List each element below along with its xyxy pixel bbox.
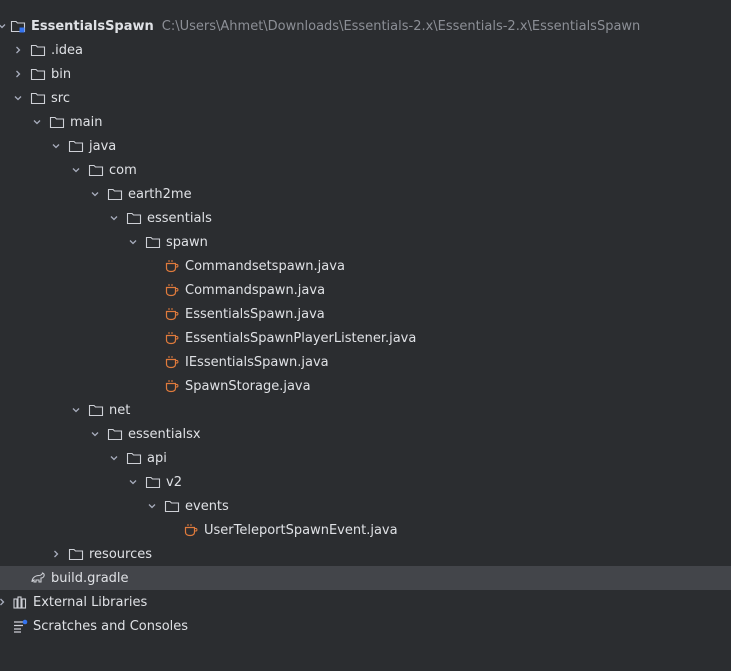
tree-item-label: UserTeleportSpawnEvent.java <box>204 522 398 538</box>
tree-row-java-file[interactable]: Commandsetspawn.java <box>0 254 731 278</box>
java-file-icon <box>164 282 180 298</box>
libraries-icon <box>12 594 28 610</box>
gradle-icon <box>30 570 46 586</box>
tree-item-label: build.gradle <box>51 570 129 586</box>
folder-icon <box>107 426 123 442</box>
tree-row-folder[interactable]: earth2me <box>0 182 731 206</box>
tree-row-java-file[interactable]: EssentialsSpawn.java <box>0 302 731 326</box>
folder-icon <box>68 138 84 154</box>
java-file-icon <box>164 330 180 346</box>
folder-icon <box>30 90 46 106</box>
tree-item-label: Commandspawn.java <box>185 282 326 298</box>
tree-row-folder[interactable]: api <box>0 446 731 470</box>
tree-row-java-file[interactable]: EssentialsSpawnPlayerListener.java <box>0 326 731 350</box>
tree-item-label: v2 <box>166 474 182 490</box>
tree-item-label: Commandsetspawn.java <box>185 258 345 274</box>
tree-item-label: External Libraries <box>33 594 148 610</box>
tree-row-project-root[interactable]: EssentialsSpawn C:\Users\Ahmet\Downloads… <box>0 14 731 38</box>
tree-row-folder[interactable]: .idea <box>0 38 731 62</box>
java-file-icon <box>164 354 180 370</box>
tree-item-label: Scratches and Consoles <box>33 618 189 634</box>
chevron-down-icon[interactable] <box>127 236 139 248</box>
tree-row-folder[interactable]: java <box>0 134 731 158</box>
folder-icon <box>49 114 65 130</box>
tree-row-folder[interactable]: com <box>0 158 731 182</box>
folder-icon <box>30 42 46 58</box>
tree-row-external-libraries[interactable]: External Libraries <box>0 590 731 614</box>
java-file-icon <box>164 306 180 322</box>
folder-icon <box>145 234 161 250</box>
chevron-down-icon[interactable] <box>0 20 8 32</box>
chevron-right-icon[interactable] <box>12 44 24 56</box>
tree-item-label: IEssentialsSpawn.java <box>185 354 329 370</box>
tree-item-label: resources <box>89 546 153 562</box>
chevron-down-icon[interactable] <box>89 428 101 440</box>
tree-row-java-file[interactable]: UserTeleportSpawnEvent.java <box>0 518 731 542</box>
chevron-down-icon[interactable] <box>146 500 158 512</box>
tree-row-folder[interactable]: essentials <box>0 206 731 230</box>
tree-item-label: java <box>89 138 117 154</box>
folder-icon <box>145 474 161 490</box>
tree-item-label: .idea <box>51 42 83 58</box>
tree-item-label: SpawnStorage.java <box>185 378 311 394</box>
folder-icon <box>88 162 104 178</box>
project-path: C:\Users\Ahmet\Downloads\Essentials-2.x\… <box>161 18 641 34</box>
tree-item-label: net <box>109 402 131 418</box>
folder-icon <box>88 402 104 418</box>
tree-row-folder[interactable]: main <box>0 110 731 134</box>
tree-row-folder[interactable]: net <box>0 398 731 422</box>
scratches-icon <box>12 618 28 634</box>
tree-row-java-file[interactable]: SpawnStorage.java <box>0 374 731 398</box>
chevron-down-icon[interactable] <box>108 452 120 464</box>
tree-row-scratches[interactable]: Scratches and Consoles <box>0 614 731 638</box>
tree-item-label: essentials <box>147 210 212 226</box>
project-tree: EssentialsSpawn C:\Users\Ahmet\Downloads… <box>0 0 731 671</box>
chevron-down-icon[interactable] <box>127 476 139 488</box>
tree-item-label: EssentialsSpawn.java <box>185 306 325 322</box>
tree-item-label: main <box>70 114 103 130</box>
java-file-icon <box>164 378 180 394</box>
tree-row-folder[interactable]: v2 <box>0 470 731 494</box>
tree-item-label: earth2me <box>128 186 192 202</box>
chevron-down-icon[interactable] <box>50 140 62 152</box>
tree-item-label: com <box>109 162 137 178</box>
folder-icon <box>107 186 123 202</box>
chevron-down-icon[interactable] <box>89 188 101 200</box>
chevron-down-icon[interactable] <box>31 116 43 128</box>
tree-item-label: bin <box>51 66 72 82</box>
project-folder-icon <box>10 18 26 34</box>
project-name: EssentialsSpawn <box>31 18 154 34</box>
tree-item-label: events <box>185 498 229 514</box>
folder-icon <box>164 498 180 514</box>
chevron-down-icon[interactable] <box>108 212 120 224</box>
chevron-right-icon[interactable] <box>12 68 24 80</box>
tree-item-label: src <box>51 90 70 106</box>
tree-item-label: spawn <box>166 234 208 250</box>
folder-icon <box>68 546 84 562</box>
tree-item-label: essentialsx <box>128 426 201 442</box>
tree-row-folder[interactable]: bin <box>0 62 731 86</box>
tree-row-folder[interactable]: essentialsx <box>0 422 731 446</box>
chevron-right-icon[interactable] <box>0 596 8 608</box>
tree-row-gradle-file[interactable]: build.gradle <box>0 566 731 590</box>
tree-row-java-file[interactable]: IEssentialsSpawn.java <box>0 350 731 374</box>
tree-item-label: api <box>147 450 167 466</box>
tree-row-java-file[interactable]: Commandspawn.java <box>0 278 731 302</box>
tree-row-folder[interactable]: resources <box>0 542 731 566</box>
chevron-down-icon[interactable] <box>70 404 82 416</box>
java-file-icon <box>183 522 199 538</box>
chevron-down-icon[interactable] <box>70 164 82 176</box>
java-file-icon <box>164 258 180 274</box>
folder-icon <box>30 66 46 82</box>
chevron-right-icon[interactable] <box>50 548 62 560</box>
chevron-down-icon[interactable] <box>12 92 24 104</box>
tree-row-folder[interactable]: spawn <box>0 230 731 254</box>
tree-item-label: EssentialsSpawnPlayerListener.java <box>185 330 417 346</box>
tree-row-folder[interactable]: events <box>0 494 731 518</box>
tree-row-folder[interactable]: src <box>0 86 731 110</box>
folder-icon <box>126 210 142 226</box>
folder-icon <box>126 450 142 466</box>
